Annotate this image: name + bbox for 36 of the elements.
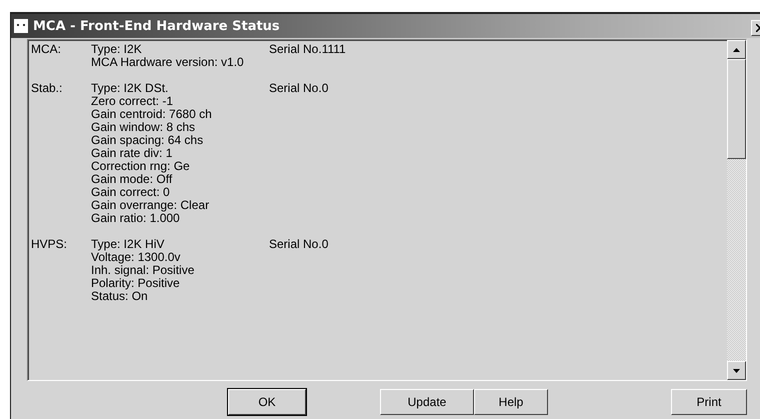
- status-line: Gain mode: Off: [91, 173, 174, 186]
- up-arrow-icon: [733, 48, 740, 52]
- status-line: MCA Hardware version: v1.0: [91, 56, 245, 69]
- type-text: Type: I2K DSt.: [91, 82, 170, 95]
- status-line: Gain rate div: 1: [91, 147, 174, 160]
- serial-text: Serial No.1111: [269, 43, 346, 56]
- scroll-thumb[interactable]: [727, 59, 746, 159]
- section-label: HVPS:: [31, 238, 68, 253]
- serial-text: Serial No.0: [269, 238, 328, 251]
- down-arrow-icon: [733, 368, 740, 372]
- status-line: Gain overrange: Clear: [91, 199, 210, 212]
- window-title: MCA - Front-End Hardware Status: [33, 18, 280, 34]
- status-line: Polarity: Positive: [91, 277, 181, 290]
- status-line: Gain centroid: 7680 ch: [91, 108, 213, 121]
- scroll-up-button[interactable]: [727, 40, 746, 59]
- status-line: Correction rng: Ge: [91, 160, 191, 173]
- status-line: Voltage: 1300.0v: [91, 251, 182, 264]
- dialog-button[interactable]: Update: [380, 389, 474, 415]
- dialog-button[interactable]: Print: [671, 389, 747, 415]
- status-line: Gain spacing: 64 chs: [91, 134, 204, 147]
- type-text: Type: I2K: [91, 43, 143, 56]
- status-line: Inh. signal: Positive: [91, 264, 196, 277]
- section-label: Stab.:: [31, 82, 64, 97]
- status-line: Gain ratio: 1.000: [91, 212, 181, 225]
- status-line: Gain correct: 0: [91, 186, 171, 199]
- status-line: Gain window: 8 chs: [91, 121, 196, 134]
- scroll-down-button[interactable]: [727, 361, 746, 380]
- section-label: MCA:: [31, 43, 62, 58]
- dialog-button[interactable]: OK: [228, 389, 306, 415]
- serial-text: Serial No.0: [269, 82, 328, 95]
- status-line: Status: On: [91, 290, 149, 303]
- scrollbar[interactable]: [727, 40, 746, 380]
- type-text: Type: I2K HiV: [91, 238, 166, 251]
- status-line: Zero correct: -1: [91, 95, 174, 108]
- dialog-button[interactable]: Help: [474, 389, 548, 415]
- app-icon: [13, 18, 29, 34]
